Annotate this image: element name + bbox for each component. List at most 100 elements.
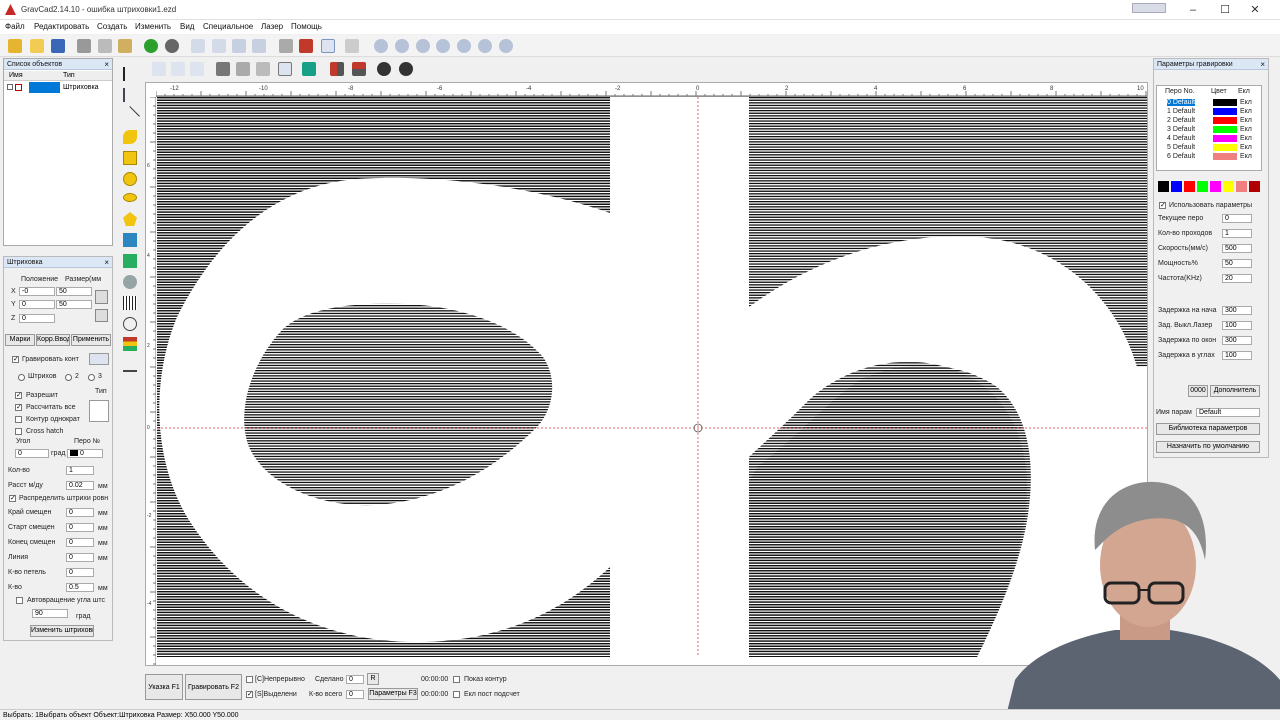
hatch-button[interactable]: Изменить штриховкой — [30, 625, 94, 637]
redo-icon[interactable] — [165, 39, 179, 53]
maximize-button[interactable]: ☐ — [1210, 2, 1240, 18]
guide-snap-icon[interactable] — [171, 62, 185, 76]
start-offset-field[interactable]: 0 — [66, 523, 94, 532]
pen-row[interactable]: 0 Default Екл — [1160, 98, 1262, 107]
vector-file-icon[interactable] — [123, 275, 137, 289]
selected-checkbox[interactable]: ✓ — [246, 691, 253, 698]
distribute-checkbox[interactable]: ✓ — [9, 495, 16, 502]
palette-magenta[interactable] — [1210, 181, 1221, 192]
delay-off-field[interactable]: 100 — [1222, 321, 1252, 330]
small-button[interactable]: 0000 — [1188, 385, 1208, 397]
pen-row[interactable]: 2 Default Екл — [1160, 116, 1262, 125]
use-params-checkbox[interactable]: ✓ — [1159, 202, 1166, 209]
y-position-field[interactable]: 0 — [19, 300, 55, 309]
palette-black[interactable] — [1158, 181, 1169, 192]
zoom-fit-icon[interactable] — [436, 39, 450, 53]
close-icon[interactable]: × — [104, 59, 109, 70]
zoom-page-icon[interactable] — [499, 39, 513, 53]
speed-field[interactable]: 500 — [1222, 244, 1252, 253]
expand-icon[interactable] — [7, 84, 13, 90]
param-name-field[interactable]: Default — [1196, 408, 1260, 417]
menu-edit[interactable]: Редактировать — [34, 22, 89, 31]
pen-row[interactable]: 4 Default Екл — [1160, 134, 1262, 143]
done-field[interactable]: 0 — [346, 675, 364, 684]
unlock-object-icon[interactable] — [236, 62, 250, 76]
menu-file[interactable]: Файл — [5, 22, 25, 31]
open-folder-icon[interactable] — [30, 39, 44, 53]
spacing-field[interactable]: 0.02 — [66, 481, 94, 490]
more-button[interactable]: Дополнитель — [1210, 385, 1260, 397]
menu-modify[interactable]: Изменить — [135, 22, 171, 31]
menu-laser[interactable]: Лазер — [261, 22, 283, 31]
new-file-icon[interactable] — [8, 39, 22, 53]
engrave-f2-button[interactable]: Гравировать F2 — [185, 674, 242, 700]
node-edit-icon[interactable] — [123, 88, 137, 102]
kvo-field[interactable]: 0.5 — [66, 583, 94, 592]
group-icon[interactable] — [252, 39, 266, 53]
pointer-icon[interactable] — [123, 67, 137, 81]
image-icon[interactable] — [123, 254, 137, 268]
passes-field[interactable]: 1 — [1222, 229, 1252, 238]
menu-help[interactable]: Помощь — [291, 22, 322, 31]
text-icon[interactable] — [123, 233, 137, 247]
mirror-v-icon[interactable] — [352, 62, 366, 76]
palette-red[interactable] — [1184, 181, 1195, 192]
delay-end-field[interactable]: 300 — [1222, 336, 1252, 345]
save-icon[interactable] — [51, 39, 65, 53]
grid-snap-icon[interactable] — [152, 62, 166, 76]
engrave-contour-checkbox[interactable]: ✓ — [12, 356, 19, 363]
timer-icon[interactable] — [123, 317, 137, 331]
output-port-icon[interactable] — [123, 358, 137, 372]
node-icon[interactable] — [212, 39, 226, 53]
lock-object-icon[interactable] — [216, 62, 230, 76]
zoom-icon[interactable] — [374, 39, 388, 53]
palette-pink[interactable] — [1236, 181, 1247, 192]
delay-start-field[interactable]: 300 — [1222, 306, 1252, 315]
edge-offset-field[interactable]: 0 — [66, 508, 94, 517]
z-position-field[interactable]: 0 — [19, 314, 55, 323]
pen-row[interactable]: 5 Default Екл — [1160, 143, 1262, 152]
mirror-h-icon[interactable] — [330, 62, 344, 76]
mark-f1-button[interactable]: Указка F1 — [145, 674, 183, 700]
cross-hatch-checkbox[interactable] — [15, 428, 22, 435]
object-name-selected[interactable] — [29, 82, 60, 93]
palette-green[interactable] — [1197, 181, 1208, 192]
object-snap-icon[interactable] — [190, 62, 204, 76]
freq-field[interactable]: 20 — [1222, 274, 1252, 283]
set-default-button[interactable]: Назначить по умолчанию — [1156, 441, 1260, 453]
auto-angle-field[interactable]: 90 — [32, 609, 68, 618]
zoom-all-icon[interactable] — [457, 39, 471, 53]
input-tab[interactable]: Корр.Ввод — [36, 334, 70, 346]
close-icon[interactable]: × — [104, 257, 109, 268]
tools-icon[interactable] — [299, 39, 313, 53]
transform-icon[interactable] — [232, 39, 246, 53]
contour-style-icon[interactable] — [89, 353, 109, 365]
allow-checkbox[interactable]: ✓ — [15, 392, 22, 399]
contour-once-checkbox[interactable] — [15, 416, 22, 423]
minimize-button[interactable]: – — [1178, 2, 1208, 18]
barcode-icon[interactable] — [123, 296, 137, 310]
drawing-area[interactable] — [157, 97, 1147, 657]
param-library-button[interactable]: Библиотека параметров — [1156, 423, 1260, 435]
pen-row[interactable]: 6 Default Екл — [1160, 152, 1262, 161]
current-pen-field[interactable]: 0 — [1222, 214, 1252, 223]
y-size-field[interactable]: 50 — [56, 300, 92, 309]
circle-icon[interactable] — [123, 172, 137, 186]
grid-icon[interactable] — [321, 39, 335, 53]
lock-icon[interactable] — [95, 290, 108, 304]
close-icon[interactable]: × — [1260, 59, 1265, 70]
radio-3[interactable] — [88, 374, 95, 381]
cut-icon[interactable] — [77, 39, 91, 53]
align-icon[interactable] — [279, 39, 293, 53]
unlock-all-icon[interactable] — [256, 62, 270, 76]
rectangle-icon[interactable] — [123, 151, 137, 165]
x-size-field[interactable]: 50 — [56, 287, 92, 296]
count-field[interactable]: 1 — [66, 466, 94, 475]
polygon-icon[interactable] — [123, 212, 137, 226]
group-objects-icon[interactable] — [278, 62, 292, 76]
menu-special[interactable]: Специальное — [203, 22, 253, 31]
copy-icon[interactable] — [98, 39, 112, 53]
pen-palette[interactable] — [1158, 181, 1262, 192]
pen-row[interactable]: 3 Default Екл — [1160, 125, 1262, 134]
calc-all-checkbox[interactable]: ✓ — [15, 404, 22, 411]
